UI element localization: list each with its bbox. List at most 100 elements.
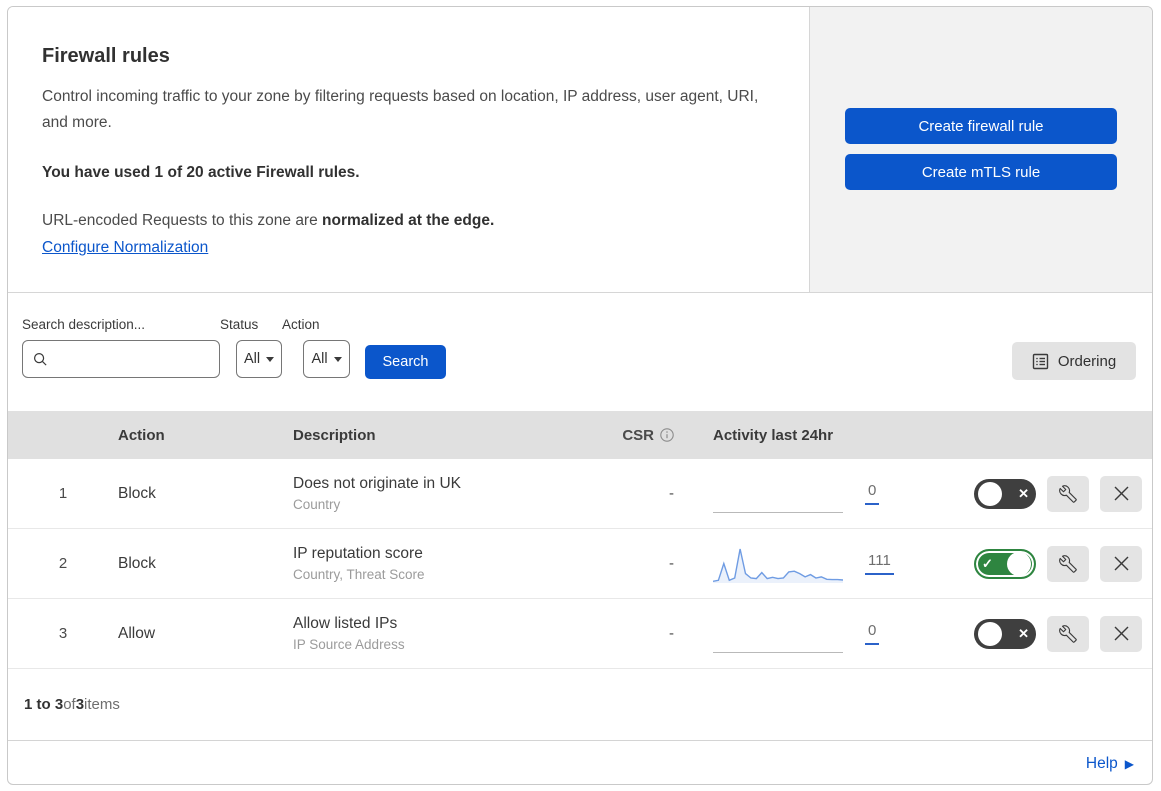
rule-csr: - <box>669 625 674 642</box>
help-label: Help <box>1085 754 1118 772</box>
page: Firewall rules Control incoming traffic … <box>0 0 1161 791</box>
edit-rule-button[interactable] <box>1047 475 1089 512</box>
check-icon: ✓ <box>982 556 993 571</box>
edit-rule-button[interactable] <box>1047 615 1089 652</box>
ordering-button-label: Ordering <box>1057 352 1117 370</box>
rule-enable-toggle[interactable]: ✓ ✕ <box>974 618 1036 649</box>
header-content: Firewall rules Control incoming traffic … <box>8 7 810 292</box>
activity-sparkline <box>713 544 843 584</box>
activity-sparkline <box>713 614 843 654</box>
rule-activity-cell: 111 <box>688 544 938 584</box>
chevron-down-icon <box>266 356 275 362</box>
status-group: Status All <box>220 317 282 378</box>
action-group: Action All <box>282 317 350 378</box>
wrench-icon <box>1059 484 1077 503</box>
col-action: Action <box>118 426 165 444</box>
delete-rule-button[interactable] <box>1100 475 1142 512</box>
rule-number: 1 <box>58 485 68 502</box>
close-icon <box>1113 485 1130 502</box>
status-value: All <box>243 351 261 367</box>
rule-description: IP reputation score <box>293 545 423 562</box>
activity-count-link[interactable]: 0 <box>865 622 880 645</box>
rule-action: Block <box>118 554 156 572</box>
rule-controls: ✓ ✕ <box>938 545 1152 582</box>
col-activity: Activity last 24hr <box>713 426 834 444</box>
rule-controls: ✓ ✕ <box>938 475 1152 512</box>
close-icon <box>1113 555 1130 572</box>
edit-rule-button[interactable] <box>1047 545 1089 582</box>
help-bar: Help ▶ <box>8 740 1152 784</box>
delete-rule-button[interactable] <box>1100 615 1142 652</box>
rule-criteria: IP Source Address <box>293 637 405 652</box>
rule-activity-cell: 0 <box>688 614 938 654</box>
table-row: 3 Allow Allow listed IPs IP Source Addre… <box>8 599 1152 669</box>
pagination-total: 3 <box>75 696 85 713</box>
rule-csr: - <box>669 555 674 572</box>
toggle-knob <box>978 621 1002 646</box>
rule-description-cell: Allow listed IPs IP Source Address <box>293 615 588 652</box>
create-firewall-rule-button[interactable]: Create firewall rule <box>845 108 1117 144</box>
wrench-icon <box>1059 554 1077 573</box>
action-label: Action <box>282 317 320 332</box>
header-section: Firewall rules Control incoming traffic … <box>8 7 1152 293</box>
usage-notice: You have used 1 of 20 active Firewall ru… <box>42 164 360 182</box>
configure-normalization-link[interactable]: Configure Normalization <box>42 239 208 257</box>
ordering-list-icon <box>1032 353 1049 370</box>
search-input[interactable] <box>56 351 206 367</box>
x-icon: ✕ <box>1018 626 1029 641</box>
rule-number: 3 <box>58 625 68 642</box>
search-button-group: Search <box>350 343 446 379</box>
rule-action: Block <box>118 484 156 502</box>
help-link[interactable]: Help ▶ <box>1086 755 1134 773</box>
search-button[interactable]: Search <box>365 345 446 379</box>
info-icon[interactable] <box>660 428 674 442</box>
pagination-items: items <box>84 696 120 713</box>
col-csr: CSR <box>588 427 688 444</box>
normalization-bold: normalized at the edge. <box>322 212 495 230</box>
activity-sparkline <box>713 474 843 514</box>
activity-count-link[interactable]: 0 <box>865 482 880 505</box>
search-label: Search description... <box>22 317 146 332</box>
filter-bar: Search description... Status All Action <box>8 293 1152 411</box>
rule-description: Does not originate in UK <box>293 475 462 492</box>
table-row: 1 Block Does not originate in UK Country… <box>8 459 1152 529</box>
normalization-prefix: URL-encoded Requests to this zone are <box>42 212 323 230</box>
table-row: 2 Block IP reputation score Country, Thr… <box>8 529 1152 599</box>
rule-number: 2 <box>58 555 68 572</box>
toggle-knob <box>978 481 1002 506</box>
col-description: Description <box>293 426 376 444</box>
rule-description-cell: IP reputation score Country, Threat Scor… <box>293 545 588 582</box>
rule-csr: - <box>669 485 674 502</box>
x-icon: ✕ <box>1018 486 1029 501</box>
col-csr-label: CSR <box>622 426 654 444</box>
toggle-knob <box>1007 551 1031 576</box>
rule-description-cell: Does not originate in UK Country <box>293 475 588 512</box>
rule-controls: ✓ ✕ <box>938 615 1152 652</box>
page-title: Firewall rules <box>42 45 170 67</box>
rule-enable-toggle[interactable]: ✓ ✕ <box>974 478 1036 509</box>
pagination-summary: 1 to 3 of 3 items <box>8 669 1152 740</box>
ordering-button[interactable]: Ordering <box>1012 342 1136 380</box>
rule-action: Allow <box>118 624 156 642</box>
rule-description: Allow listed IPs <box>293 615 398 632</box>
delete-rule-button[interactable] <box>1100 545 1142 582</box>
search-group: Search description... <box>22 317 220 378</box>
pagination-of: of <box>63 696 76 713</box>
table-header: Action Description CSR Activity last 24h… <box>8 411 1152 459</box>
pagination-range: 1 to 3 <box>24 696 64 713</box>
status-label: Status <box>220 317 259 332</box>
action-value: All <box>311 351 328 367</box>
activity-count-link[interactable]: 111 <box>865 552 894 575</box>
chevron-down-icon <box>333 356 342 362</box>
status-dropdown[interactable]: All <box>236 340 282 378</box>
rule-activity-cell: 0 <box>688 474 938 514</box>
rule-criteria: Country <box>293 497 341 512</box>
actions-aside: Create firewall rule Create mTLS rule <box>810 7 1152 292</box>
firewall-rules-card: Firewall rules Control incoming traffic … <box>7 6 1153 785</box>
rule-enable-toggle[interactable]: ✓ ✕ <box>974 548 1036 579</box>
action-dropdown[interactable]: All <box>303 340 350 378</box>
search-box[interactable] <box>22 340 220 378</box>
page-description: Control incoming traffic to your zone by… <box>42 88 759 132</box>
search-icon <box>33 352 48 367</box>
create-mtls-rule-button[interactable]: Create mTLS rule <box>845 154 1117 190</box>
